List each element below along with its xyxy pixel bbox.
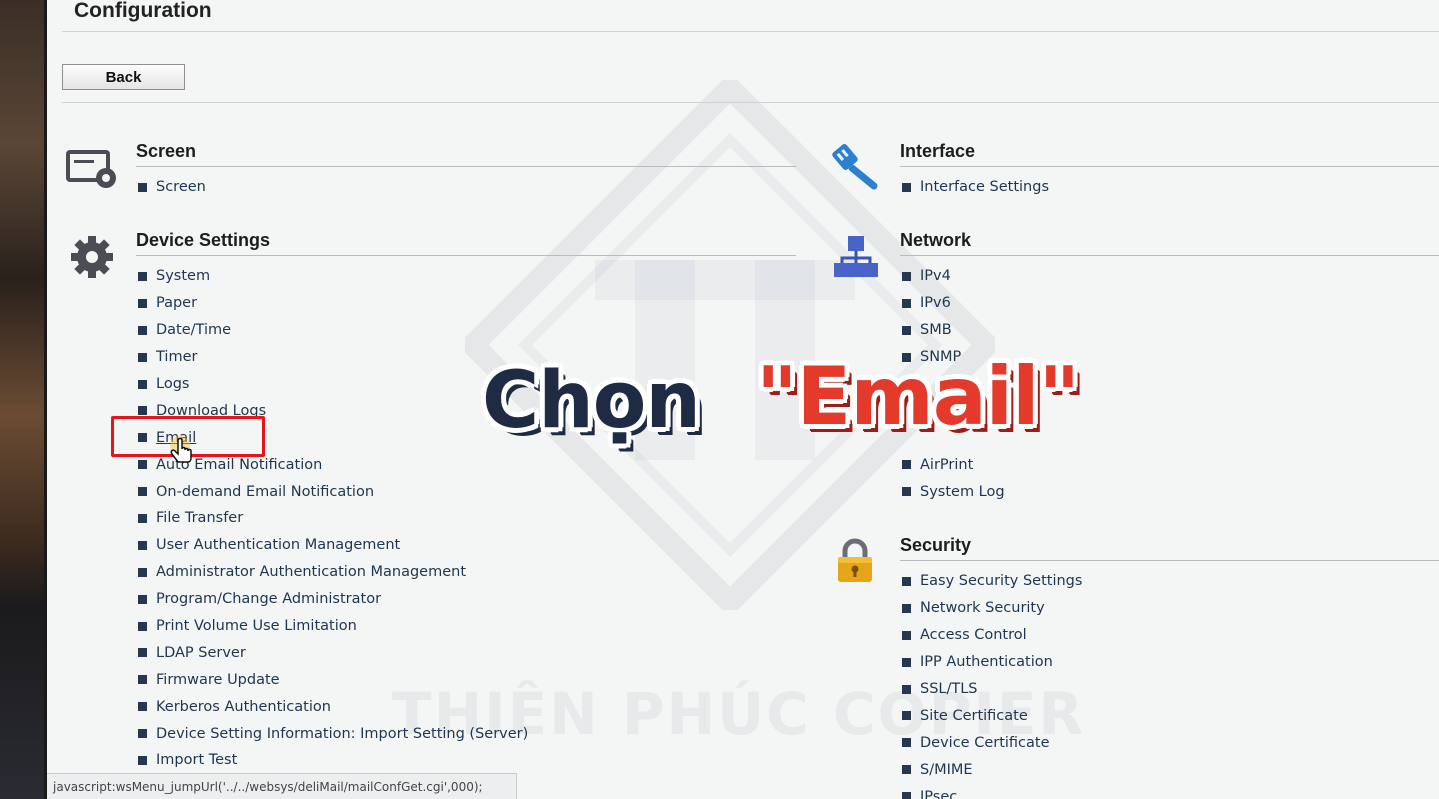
- menu-item-s-mime[interactable]: S/MIME: [902, 756, 1082, 783]
- bullet-icon: [138, 702, 147, 712]
- bullet-icon: [138, 540, 147, 550]
- bullet-icon: [138, 352, 147, 362]
- menu-item-system-log[interactable]: System Log: [902, 478, 1005, 505]
- section-title-screen: Screen: [136, 141, 197, 161]
- menu-item-print-volume-use-limitation[interactable]: Print Volume Use Limitation: [138, 613, 528, 640]
- menu-item-easy-security-settings[interactable]: Easy Security Settings: [902, 568, 1082, 595]
- bullet-icon: [138, 594, 147, 604]
- bullet-icon: [138, 729, 147, 739]
- network-topology-icon: [834, 236, 878, 277]
- section-divider-security: [900, 560, 1439, 561]
- hand-cursor-icon: [170, 436, 192, 463]
- menu-item-ldap-server[interactable]: LDAP Server: [138, 639, 528, 666]
- bullet-icon: [902, 487, 911, 497]
- bullet-icon: [902, 576, 911, 586]
- bullet-icon: [138, 755, 147, 765]
- bullet-icon: [902, 738, 911, 748]
- screen-menu: Screen: [138, 174, 206, 201]
- menu-item-system[interactable]: System: [138, 263, 528, 290]
- menu-item-file-transfer[interactable]: File Transfer: [138, 505, 528, 532]
- menu-item-interface-settings[interactable]: Interface Settings: [902, 174, 1049, 201]
- section-title-network: Network: [900, 230, 972, 250]
- bullet-icon: [902, 792, 911, 799]
- overlay-text-email: "Email": [756, 350, 1080, 443]
- background-video-strip: [0, 0, 47, 799]
- menu-item-ipv6[interactable]: IPv6: [902, 290, 1005, 317]
- bullet-icon: [902, 182, 911, 192]
- bullet-icon: [138, 271, 147, 281]
- page-title: Configuration: [74, 0, 212, 22]
- section-title-device-settings: Device Settings: [136, 230, 271, 250]
- bullet-icon: [138, 648, 147, 658]
- bullet-icon: [902, 271, 911, 281]
- title-divider: [62, 31, 1439, 32]
- bullet-icon: [902, 603, 911, 613]
- section-divider-network: [900, 255, 1439, 256]
- bullet-icon: [138, 298, 147, 308]
- bullet-icon: [902, 630, 911, 640]
- menu-item-user-authentication-management[interactable]: User Authentication Management: [138, 532, 528, 559]
- bullet-icon: [138, 460, 147, 470]
- menu-item-program-change-administrator[interactable]: Program/Change Administrator: [138, 586, 528, 613]
- menu-item-date-time[interactable]: Date/Time: [138, 317, 528, 344]
- bullet-icon: [138, 675, 147, 685]
- device-settings-menu: System Paper Date/Time Timer Logs Downlo…: [138, 263, 528, 774]
- section-title-interface: Interface: [900, 141, 976, 161]
- bullet-icon: [138, 487, 147, 497]
- back-button[interactable]: Back: [62, 64, 185, 90]
- bullet-icon: [138, 406, 147, 416]
- bullet-icon: [902, 684, 911, 694]
- bullet-icon: [902, 765, 911, 775]
- menu-item-on-demand-email-notification[interactable]: On-demand Email Notification: [138, 478, 528, 505]
- menu-item-site-certificate[interactable]: Site Certificate: [902, 702, 1082, 729]
- menu-item-ipp-authentication[interactable]: IPP Authentication: [902, 649, 1082, 676]
- section-title-security: Security: [900, 535, 972, 555]
- menu-item-ipv4[interactable]: IPv4: [902, 263, 1005, 290]
- menu-item-import-test[interactable]: Import Test: [138, 747, 528, 774]
- bullet-icon: [138, 325, 147, 335]
- menu-item-screen[interactable]: Screen: [138, 174, 206, 201]
- gear-icon: [71, 236, 113, 278]
- security-menu: Easy Security Settings Network Security …: [902, 568, 1082, 799]
- menu-item-import-setting-server[interactable]: Device Setting Information: Import Setti…: [138, 720, 528, 747]
- bullet-icon: [902, 325, 911, 335]
- bullet-icon: [902, 298, 911, 308]
- menu-item-logs[interactable]: Logs: [138, 371, 528, 398]
- menu-item-network-security[interactable]: Network Security: [902, 595, 1082, 622]
- menu-item-kerberos-authentication[interactable]: Kerberos Authentication: [138, 693, 528, 720]
- menu-item-firmware-update[interactable]: Firmware Update: [138, 666, 528, 693]
- section-divider-screen: [136, 166, 796, 167]
- menu-item-ipsec[interactable]: IPsec: [902, 783, 1082, 799]
- bullet-icon: [902, 657, 911, 667]
- menu-item-device-certificate[interactable]: Device Certificate: [902, 729, 1082, 756]
- monitor-settings-icon: [66, 150, 116, 188]
- status-bar-url: javascript:wsMenu_jumpUrl('../../websys/…: [47, 773, 517, 799]
- back-divider: [62, 102, 1439, 103]
- menu-item-ssl-tls[interactable]: SSL/TLS: [902, 676, 1082, 703]
- bullet-icon: [138, 621, 147, 631]
- menu-item-smb[interactable]: SMB: [902, 317, 1005, 344]
- network-cable-icon: [832, 144, 878, 190]
- menu-item-administrator-authentication-management[interactable]: Administrator Authentication Management: [138, 559, 528, 586]
- overlay-text-chon: Chọn: [482, 356, 701, 446]
- interface-menu: Interface Settings: [902, 174, 1049, 201]
- menu-item-paper[interactable]: Paper: [138, 290, 528, 317]
- section-divider-device-settings: [136, 255, 796, 256]
- menu-item-timer[interactable]: Timer: [138, 344, 528, 371]
- section-divider-interface: [900, 166, 1439, 167]
- bullet-icon: [902, 711, 911, 721]
- bullet-icon: [902, 460, 911, 470]
- menu-item-airprint[interactable]: AirPrint: [902, 451, 1005, 478]
- bullet-icon: [138, 182, 147, 192]
- lock-icon: [838, 538, 872, 582]
- bullet-icon: [138, 513, 147, 523]
- menu-item-access-control[interactable]: Access Control: [902, 622, 1082, 649]
- bullet-icon: [138, 567, 147, 577]
- bullet-icon: [138, 379, 147, 389]
